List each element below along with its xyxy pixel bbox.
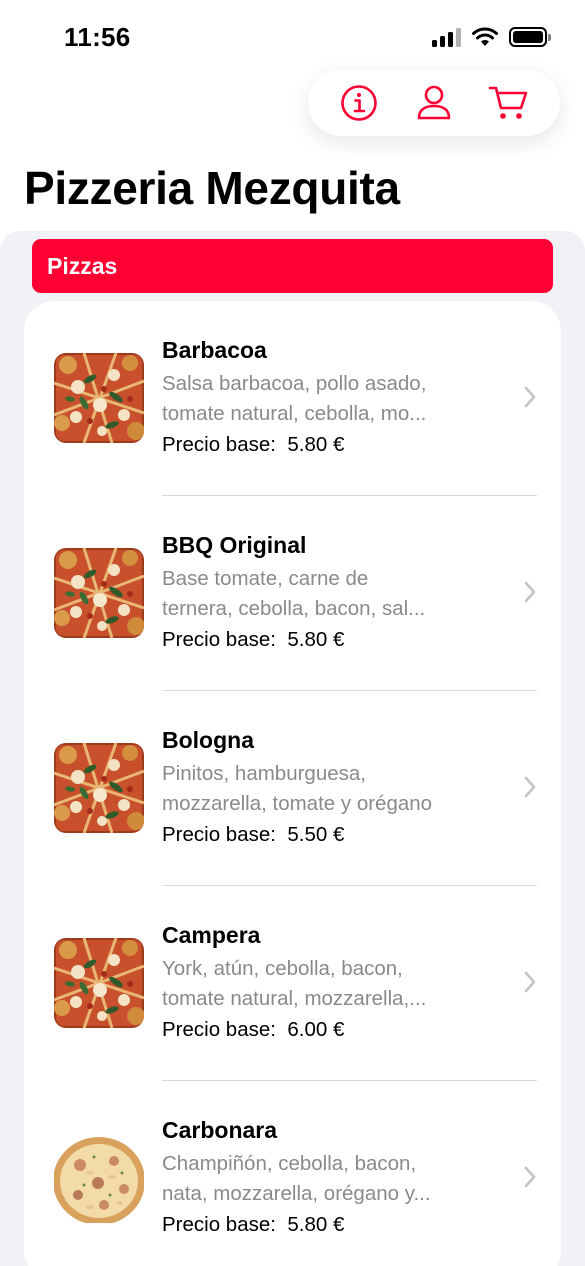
pizza-white-icon	[54, 1133, 144, 1223]
item-description: York, atún, cebolla, bacon, tomate natura…	[162, 957, 427, 1010]
pizza-thumbnail	[54, 938, 144, 1028]
item-description: Salsa barbacoa, pollo asado, tomate natur…	[162, 372, 427, 425]
list-item-carbonara[interactable]: Carbonara Champiñón, cebolla, bacon, nata…	[24, 1081, 561, 1266]
list-item-campera[interactable]: Campera York, atún, cebolla, bacon, tomat…	[24, 886, 561, 1081]
item-name: BBQ Original	[162, 532, 307, 558]
chevron-right-icon	[524, 971, 536, 993]
info-icon	[341, 85, 378, 121]
item-price: Precio base: 5.80 €	[162, 1213, 345, 1236]
cellular-signal-icon	[432, 27, 461, 47]
cart-button[interactable]	[485, 79, 533, 127]
item-description: Champiñón, cebolla, bacon, nata, mozzarel…	[162, 1152, 431, 1205]
battery-icon	[509, 27, 551, 47]
chevron-right-icon	[524, 776, 536, 798]
list-item-bbq-original[interactable]: BBQ Original Base tomate, carne de terner…	[24, 496, 561, 691]
section-title: Pizzas	[47, 252, 118, 279]
pizza-red-icon	[54, 743, 144, 833]
item-name: Campera	[162, 922, 261, 948]
item-price: Precio base: 5.50 €	[162, 823, 345, 846]
pizza-red-icon	[54, 548, 144, 638]
chevron-right-icon	[524, 1166, 536, 1188]
section-header-pizzas: Pizzas	[32, 239, 553, 293]
chevron-right-icon	[524, 386, 536, 408]
list-item-bologna[interactable]: Bologna Pinitos, hamburguesa, mozzarella,…	[24, 691, 561, 886]
item-name: Barbacoa	[162, 337, 267, 363]
item-description: Pinitos, hamburguesa, mozzarella, tomate …	[162, 762, 433, 815]
person-icon	[417, 85, 451, 120]
status-time: 11:56	[64, 22, 131, 52]
pizza-red-icon	[54, 938, 144, 1028]
status-bar: 11:56	[0, 0, 585, 70]
list-item-barbacoa[interactable]: Barbacoa Salsa barbacoa, pollo asado, tom…	[24, 301, 561, 496]
menu-content: Pizzas Barbacoa Salsa barbacoa, pollo as…	[0, 231, 585, 1266]
item-description: Base tomate, carne de ternera, cebolla, b…	[162, 567, 426, 620]
item-price: Precio base: 5.80 €	[162, 628, 345, 651]
item-name: Bologna	[162, 727, 254, 753]
toolbar	[308, 70, 560, 136]
wifi-icon	[472, 27, 498, 46]
item-name: Carbonara	[162, 1117, 278, 1143]
item-price: Precio base: 6.00 €	[162, 1018, 345, 1041]
pizza-thumbnail	[54, 548, 144, 638]
chevron-right-icon	[524, 581, 536, 603]
pizza-thumbnail	[54, 1133, 144, 1223]
cart-icon	[488, 86, 527, 119]
pizza-thumbnail	[54, 743, 144, 833]
info-button[interactable]	[335, 79, 383, 127]
status-icons	[432, 27, 551, 47]
pizza-thumbnail	[54, 353, 144, 443]
page-title: Pizzeria Mezquita	[24, 162, 400, 214]
item-price: Precio base: 5.80 €	[162, 433, 345, 456]
pizza-list: Barbacoa Salsa barbacoa, pollo asado, tom…	[24, 301, 561, 1266]
account-button[interactable]	[410, 79, 458, 127]
pizza-red-icon	[54, 353, 144, 443]
